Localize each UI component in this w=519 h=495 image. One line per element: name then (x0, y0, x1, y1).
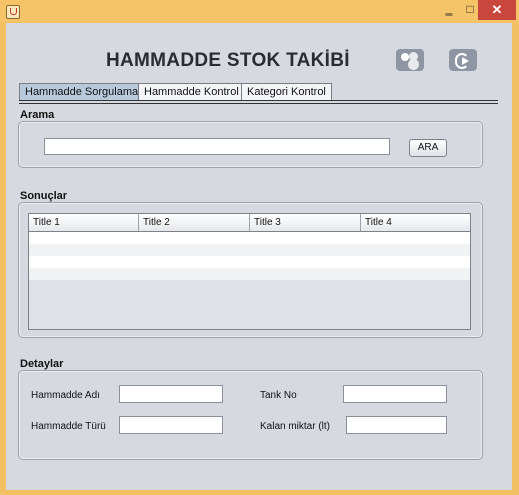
details-section-label: Detaylar (20, 358, 64, 370)
details-panel (18, 370, 483, 460)
table-row[interactable] (29, 244, 470, 256)
remaining-label: Kalan miktar (lt) (260, 421, 331, 432)
users-icon[interactable] (396, 49, 424, 71)
table-row[interactable] (29, 232, 470, 244)
results-section-label: Sonuçlar (20, 190, 68, 202)
column-header[interactable]: Title 4 (361, 214, 470, 231)
tab-hammadde-sorgulama[interactable]: Hammadde Sorgulama (19, 83, 145, 101)
close-button[interactable]: ✕ (478, 0, 516, 20)
name-label: Hammadde Adı (31, 390, 100, 401)
tab-kategori-kontrol[interactable]: Kategori Kontrol (241, 83, 332, 100)
column-header[interactable]: Title 1 (29, 214, 139, 231)
name-field[interactable] (119, 385, 223, 403)
column-header[interactable]: Title 2 (139, 214, 250, 231)
table-row[interactable] (29, 256, 470, 268)
table-header: Title 1 Title 2 Title 3 Title 4 (29, 214, 470, 232)
type-label: Hammadde Türü (31, 421, 106, 432)
page-title: HAMMADDE STOK TAKİBİ (106, 50, 350, 71)
main-content: HAMMADDE STOK TAKİBİ Hammadde Sorgulama … (6, 23, 512, 490)
search-button[interactable]: ARA (409, 139, 447, 157)
remaining-field[interactable] (346, 416, 447, 434)
type-field[interactable] (119, 416, 223, 434)
logout-icon[interactable] (449, 49, 477, 71)
tab-divider (19, 103, 498, 104)
column-header[interactable]: Title 3 (250, 214, 361, 231)
search-input[interactable] (44, 138, 390, 155)
tab-hammadde-kontrol[interactable]: Hammadde Kontrol (138, 83, 245, 100)
results-table[interactable]: Title 1 Title 2 Title 3 Title 4 (28, 213, 471, 330)
search-section-label: Arama (20, 109, 55, 121)
table-row[interactable] (29, 268, 470, 280)
app-window: ‗ □ ✕ HAMMADDE STOK TAKİBİ Hammadde Sorg… (0, 0, 519, 495)
tank-field[interactable] (343, 385, 447, 403)
tab-divider (19, 100, 498, 101)
java-cup-icon (6, 5, 20, 19)
title-bar[interactable]: ‗ □ ✕ (0, 0, 519, 22)
tank-label: Tank No (260, 390, 297, 401)
